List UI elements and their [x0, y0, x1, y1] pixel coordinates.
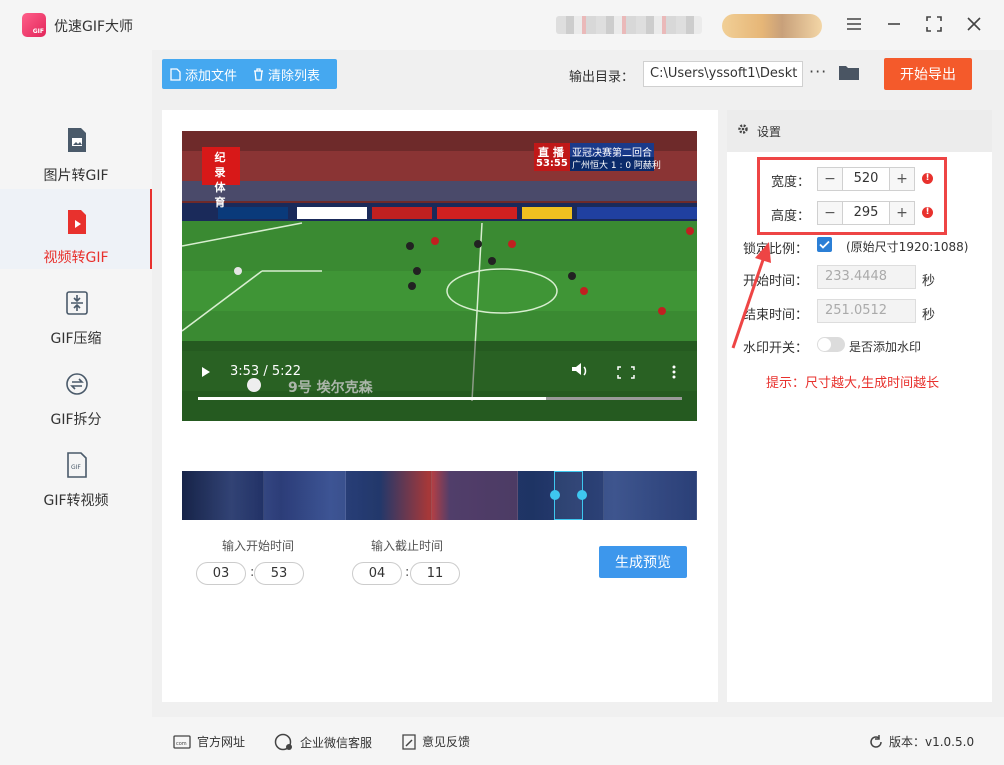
clip-start-handle[interactable]	[550, 490, 560, 500]
start-minute-input[interactable]: 03	[196, 562, 246, 585]
refresh-icon[interactable]	[869, 734, 883, 749]
clear-list-button[interactable]: 清除列表	[245, 59, 328, 89]
end-time-separator: :	[405, 565, 410, 580]
lock-ratio-checkbox[interactable]	[817, 237, 832, 252]
sidebar-item-gif-to-video[interactable]: GIF GIF转视频	[0, 432, 152, 512]
wechat-icon	[274, 733, 292, 751]
annotation-arrow-icon	[731, 242, 771, 349]
wechat-service-link[interactable]: 企业微信客服	[274, 733, 372, 751]
start-seconds-unit: 秒	[922, 274, 936, 289]
more-options-button[interactable]: ···	[809, 62, 827, 81]
end-time-setting-input: 251.0512	[817, 299, 916, 323]
end-minute-input[interactable]: 04	[352, 562, 402, 585]
match-clock: 53:55	[536, 158, 568, 169]
official-website-label: 官方网址	[197, 735, 246, 749]
match-title: 亚冠决赛第二回合	[572, 148, 652, 159]
version-label: 版本：v1.0.5.0	[889, 735, 975, 749]
maximize-icon[interactable]	[922, 12, 946, 36]
end-second-input[interactable]: 11	[410, 562, 460, 585]
sidebar-item-label: 视频转GIF	[43, 250, 109, 266]
folder-icon[interactable]	[838, 63, 860, 81]
sidebar-item-label: GIF转视频	[43, 493, 109, 509]
output-dir-input[interactable]: C:\Users\yssoft1\Deskt	[643, 61, 803, 87]
check-icon	[819, 240, 830, 249]
start-time-setting-input: 233.4448	[817, 265, 916, 289]
svg-text:GIF: GIF	[71, 464, 81, 471]
split-icon	[66, 373, 88, 395]
blurred-account-info	[556, 16, 702, 34]
feedback-label: 意见反馈	[422, 735, 471, 749]
start-second-input[interactable]: 53	[254, 562, 304, 585]
sidebar: 图片转GIF 视频转GIF GIF压缩 GIF拆分 GIF GIF转视频	[0, 50, 152, 765]
settings-title: 设置	[757, 125, 782, 139]
title-bar: 优速GIF大师	[0, 0, 1004, 50]
wechat-service-label: 企业微信客服	[300, 735, 373, 750]
svg-text:com: com	[176, 741, 187, 747]
video-player[interactable]: 纪 录 体 育 直 播 亚冠决赛第二回合 53:55 广州恒大 1 : 0 阿赫…	[182, 131, 697, 421]
sidebar-item-label: 图片转GIF	[43, 168, 109, 184]
version-info: 版本：v1.0.5.0	[869, 733, 974, 750]
video-file-icon	[68, 210, 86, 234]
sidebar-item-label: GIF压缩	[50, 331, 102, 347]
timeline-filmstrip[interactable]	[182, 471, 697, 520]
gif-file-icon: GIF	[67, 452, 87, 478]
trash-icon	[254, 67, 264, 81]
sidebar-item-video-to-gif[interactable]: 视频转GIF	[0, 189, 152, 269]
app-title: 优速GIF大师	[54, 19, 134, 35]
sidebar-item-gif-compress[interactable]: GIF压缩	[0, 270, 152, 350]
sidebar-item-label: GIF拆分	[50, 412, 102, 428]
app-logo	[22, 13, 46, 37]
sidebar-item-image-to-gif[interactable]: 图片转GIF	[0, 107, 152, 187]
clear-list-label: 清除列表	[268, 68, 321, 84]
clip-end-handle[interactable]	[577, 490, 587, 500]
official-website-link[interactable]: com 官方网址	[173, 733, 245, 750]
file-icon	[170, 67, 181, 81]
output-dir-label: 输出目录：	[569, 70, 635, 85]
generate-preview-button[interactable]: 生成预览	[599, 546, 687, 578]
video-more-icon[interactable]	[672, 365, 676, 369]
compress-icon	[66, 291, 88, 315]
player-caption: 9号 埃尔克森	[288, 380, 373, 396]
watermark-toggle[interactable]	[817, 337, 845, 352]
end-time-label: 输入截止时间	[371, 539, 444, 553]
size-tip: 提示：尺寸越大,生成时间越长	[766, 376, 940, 391]
minimize-icon[interactable]	[882, 12, 906, 36]
playback-progress	[198, 397, 546, 400]
add-file-label: 添加文件	[185, 68, 238, 84]
image-icon	[68, 128, 86, 152]
sidebar-item-gif-split[interactable]: GIF拆分	[0, 351, 152, 431]
start-export-button[interactable]: 开始导出	[884, 58, 972, 90]
close-icon[interactable]	[962, 12, 986, 36]
website-icon: com	[173, 734, 191, 749]
feedback-link[interactable]: 意见反馈	[402, 733, 470, 750]
start-time-label: 输入开始时间	[222, 539, 295, 553]
feedback-icon	[402, 733, 416, 750]
channel-logo: 纪 录 体 育	[214, 151, 230, 209]
size-highlight-annotation	[757, 157, 947, 235]
original-size-text: (原始尺寸1920:1088)	[846, 240, 969, 254]
watermark-hint: 是否添加水印	[849, 340, 922, 354]
gear-icon	[738, 124, 748, 134]
blurred-user-badge[interactable]	[722, 14, 822, 38]
match-score: 广州恒大 1 : 0 阿赫利	[572, 161, 661, 171]
file-toolbar: 添加文件 清除列表	[162, 59, 337, 89]
menu-icon[interactable]	[842, 12, 866, 36]
add-file-button[interactable]: 添加文件	[162, 59, 245, 89]
end-seconds-unit: 秒	[922, 308, 936, 323]
